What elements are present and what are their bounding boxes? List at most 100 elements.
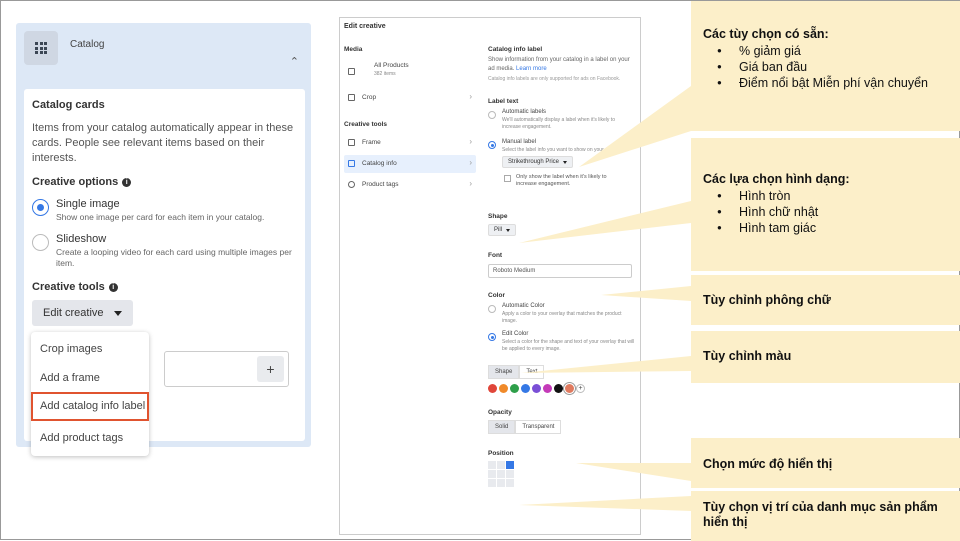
manual-label: Manual label — [502, 139, 537, 145]
frame-label: Frame — [362, 139, 381, 146]
shape-heading: Shape — [488, 213, 508, 220]
callout-item: % giảm giá — [703, 43, 953, 59]
callout-item: Hình tròn — [703, 188, 953, 204]
callout-item: Hình chữ nhật — [703, 204, 953, 220]
callout-position-text: Tùy chọn vị trí của danh mục sản phẩm hi… — [703, 500, 938, 529]
position-cell[interactable] — [497, 479, 505, 487]
edit-creative-button[interactable]: Edit creative — [32, 300, 133, 326]
auto-labels: Automatic labels — [502, 109, 547, 115]
callout-item: Giá ban đầu — [703, 59, 953, 75]
option-single-image[interactable]: Single image Show one image per card for… — [32, 198, 297, 223]
caret-down-icon — [506, 228, 511, 232]
position-cell[interactable] — [488, 461, 496, 469]
shape-select-value: Pill — [494, 227, 503, 233]
auto-color-option[interactable]: Automatic Color Apply a color to your ov… — [488, 303, 636, 331]
menu-item-add-frame[interactable]: Add a frame — [31, 364, 149, 393]
color-swatch[interactable] — [510, 384, 519, 393]
position-cell[interactable] — [488, 470, 496, 478]
radio-selected[interactable] — [488, 333, 496, 341]
label-select-value: Strikethrough Price — [508, 159, 560, 165]
position-cell[interactable] — [488, 479, 496, 487]
radio-selected[interactable] — [32, 199, 49, 216]
label-desc: Show information from your catalog in a … — [488, 57, 630, 72]
position-cell[interactable] — [506, 479, 514, 487]
info-icon[interactable]: i — [108, 282, 118, 292]
crop-label: Crop — [362, 94, 377, 101]
tab-shape[interactable]: Shape — [488, 365, 520, 379]
manual-label-option[interactable]: Manual label Select the label info you w… — [488, 139, 636, 197]
shape-select[interactable]: Pill — [488, 224, 517, 236]
nav-all-products[interactable]: All Products 382 items — [344, 59, 476, 85]
nav-catalog-info[interactable]: Catalog info › — [344, 155, 476, 173]
label-note: Catalog info labels are only supported f… — [488, 76, 621, 82]
radio-selected[interactable] — [488, 141, 496, 149]
tag-icon — [348, 181, 355, 188]
color-swatch[interactable] — [554, 384, 563, 393]
auto-color-desc: Apply a color to your overlay that match… — [502, 311, 622, 324]
label-title: Catalog info label — [488, 46, 543, 53]
color-swatch[interactable] — [543, 384, 552, 393]
radio-unselected[interactable] — [32, 234, 49, 251]
menu-item-crop-images[interactable]: Crop images — [31, 335, 149, 364]
position-cell-selected[interactable] — [506, 461, 514, 469]
catalog-header[interactable]: Catalog ⌃ — [24, 31, 303, 81]
opacity-solid[interactable]: Solid — [488, 420, 516, 434]
menu-item-add-product-tags[interactable]: Add product tags — [31, 424, 149, 453]
hidden-field[interactable]: + — [164, 351, 289, 387]
callout-font-text: Tùy chỉnh phông chữ — [703, 293, 831, 307]
label-select[interactable]: Strikethrough Price — [502, 156, 574, 168]
font-input[interactable]: Roboto Medium — [488, 264, 632, 278]
add-color-icon[interactable]: + — [576, 384, 585, 393]
opacity-transparent[interactable]: Transparent — [515, 420, 562, 434]
chevron-right-icon: › — [469, 92, 472, 101]
only-show-label: Only show the label when it's likely to … — [516, 174, 607, 187]
creative-tools-title: Creative tools i — [32, 281, 297, 293]
nav-frame[interactable]: Frame › — [344, 134, 476, 152]
position-grid[interactable] — [488, 461, 636, 487]
items-count: 382 items — [374, 71, 396, 77]
product-tags-label: Product tags — [362, 181, 399, 188]
auto-labels-option[interactable]: Automatic labels We'll automatically dis… — [488, 109, 636, 139]
opacity-heading: Opacity — [488, 409, 512, 416]
nav-crop[interactable]: Crop › — [344, 89, 476, 107]
frame-icon — [348, 139, 355, 146]
catalog-info-settings: Catalog info label Show information from… — [488, 46, 636, 487]
color-swatch[interactable] — [488, 384, 497, 393]
auto-labels-desc: We'll automatically display a label when… — [502, 117, 615, 130]
catalog-info-label: Catalog info — [362, 160, 397, 167]
color-swatch[interactable] — [565, 384, 574, 393]
position-cell[interactable] — [497, 470, 505, 478]
nav-product-tags[interactable]: Product tags › — [344, 176, 476, 194]
info-icon[interactable]: i — [122, 177, 132, 187]
tab-text[interactable]: Text — [519, 365, 545, 379]
color-heading: Color — [488, 292, 505, 299]
color-swatch[interactable] — [532, 384, 541, 393]
color-swatch[interactable] — [521, 384, 530, 393]
all-products-label: All Products — [374, 62, 409, 69]
creative-options-title: Creative options i — [32, 176, 297, 188]
chevron-up-icon[interactable]: ⌃ — [290, 55, 299, 68]
radio-unselected[interactable] — [488, 305, 496, 313]
color-swatch[interactable] — [499, 384, 508, 393]
catalog-cards-title: Catalog cards — [32, 99, 105, 111]
checkbox[interactable] — [504, 175, 511, 182]
option-desc: Show one image per card for each item in… — [56, 212, 265, 222]
edit-color-option[interactable]: Edit Color Select a color for the shape … — [488, 331, 636, 361]
callout-title: Các tùy chọn có sẵn: — [703, 27, 829, 41]
catalog-title: Catalog — [70, 39, 105, 50]
edit-creative-dialog: Edit creative Media All Products 382 ite… — [339, 17, 641, 535]
position-cell[interactable] — [497, 461, 505, 469]
radio-unselected[interactable] — [488, 111, 496, 119]
option-name: Slideshow — [56, 233, 107, 245]
chevron-right-icon: › — [469, 179, 472, 188]
dialog-title: Edit creative — [344, 23, 386, 30]
option-desc: Create a looping video for each card usi… — [56, 247, 292, 268]
plus-icon[interactable]: + — [257, 356, 284, 382]
edit-creative-label: Edit creative — [43, 307, 104, 319]
grid-icon — [24, 31, 58, 65]
learn-more-link[interactable]: Learn more — [516, 66, 547, 72]
menu-item-add-catalog-info-label[interactable]: Add catalog info label — [31, 392, 149, 421]
option-slideshow[interactable]: Slideshow Create a looping video for eac… — [32, 233, 297, 269]
position-cell[interactable] — [506, 470, 514, 478]
option-name: Single image — [56, 198, 120, 210]
